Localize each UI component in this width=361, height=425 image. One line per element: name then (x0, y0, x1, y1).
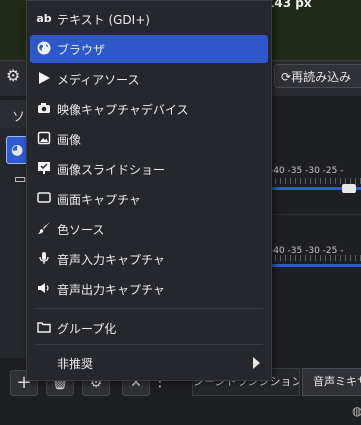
menu-item-media-source[interactable]: メディアソース (30, 65, 268, 93)
text-icon: ab (36, 12, 52, 25)
chevron-right-icon (253, 357, 260, 369)
menu-divider (35, 308, 263, 309)
divider (266, 214, 361, 215)
menu-item-image[interactable]: 画像 (30, 125, 268, 153)
menu-item-audio-output-capture[interactable]: 音声出力キャプチャ (30, 275, 268, 303)
meter-scale: -40 -35 -30 -25 - (270, 166, 344, 176)
menu-item-label: ブラウザ (57, 43, 106, 57)
resize-grip-icon: ◍ (352, 404, 361, 418)
menu-item-image-slideshow[interactable]: 画像スライドショー (30, 155, 268, 183)
menu-item-color-source[interactable]: 色ソース (30, 215, 268, 243)
globe-icon (36, 41, 52, 57)
globe-icon: ◕ (11, 142, 24, 158)
menu-item-label: 画面キャプチャ (57, 193, 141, 207)
menu-item-label: 音声出力キャプチャ (57, 283, 165, 297)
microphone-icon (36, 251, 52, 267)
menu-item-group[interactable]: グループ化 (30, 314, 268, 342)
menu-item-label: メディアソース (57, 73, 140, 87)
menu-item-label: 音声入力キャプチャ (57, 253, 165, 267)
menu-item-audio-input-capture[interactable]: 音声入力キャプチャ (30, 245, 268, 273)
audio-mixer-panel (266, 100, 361, 368)
meter-ticks (270, 255, 361, 261)
paint-brush-icon (36, 221, 52, 237)
volume-slider-track[interactable] (270, 264, 361, 267)
play-icon (36, 71, 52, 87)
menu-item-label: 画像 (57, 133, 82, 147)
speaker-icon (36, 281, 52, 297)
folder-icon (36, 320, 52, 336)
refresh-icon: ⟳ (281, 70, 292, 84)
monitor-icon[interactable]: ▭ (14, 172, 26, 187)
gear-icon[interactable]: ⚙ (6, 66, 28, 88)
reload-button-label: 再読み込み (291, 70, 352, 84)
menu-item-label: 色ソース (57, 223, 105, 237)
image-icon (36, 131, 52, 147)
add-source-context-menu: ab テキスト (GDI+) ブラウザ メディアソース 映像キャプチャデバイス … (26, 0, 272, 381)
menu-item-display-capture[interactable]: 画面キャプチャ (30, 185, 268, 213)
menu-divider (35, 344, 263, 345)
volume-slider-handle[interactable] (342, 184, 356, 193)
menu-item-label: 画像スライドショー (57, 163, 166, 177)
slideshow-icon (36, 161, 52, 177)
menu-item-video-capture-device[interactable]: 映像キャプチャデバイス (30, 95, 268, 123)
camera-icon (36, 101, 52, 117)
preview-status-text: 143 px (266, 0, 312, 10)
tab-audio-mixer[interactable]: 音声ミキサ (302, 368, 361, 396)
menu-item-deprecated[interactable]: 非推奨 (30, 349, 268, 377)
menu-item-label: グループ化 (57, 322, 117, 336)
menu-item-label: 非推奨 (57, 357, 94, 371)
reload-button[interactable]: ⟳再読み込み (274, 64, 361, 88)
monitor-icon (36, 191, 52, 207)
menu-item-label: 映像キャプチャデバイス (57, 103, 189, 117)
menu-item-browser[interactable]: ブラウザ (30, 35, 268, 63)
menu-item-text-gdi[interactable]: ab テキスト (GDI+) (30, 5, 268, 33)
menu-item-label: テキスト (GDI+) (57, 13, 150, 27)
